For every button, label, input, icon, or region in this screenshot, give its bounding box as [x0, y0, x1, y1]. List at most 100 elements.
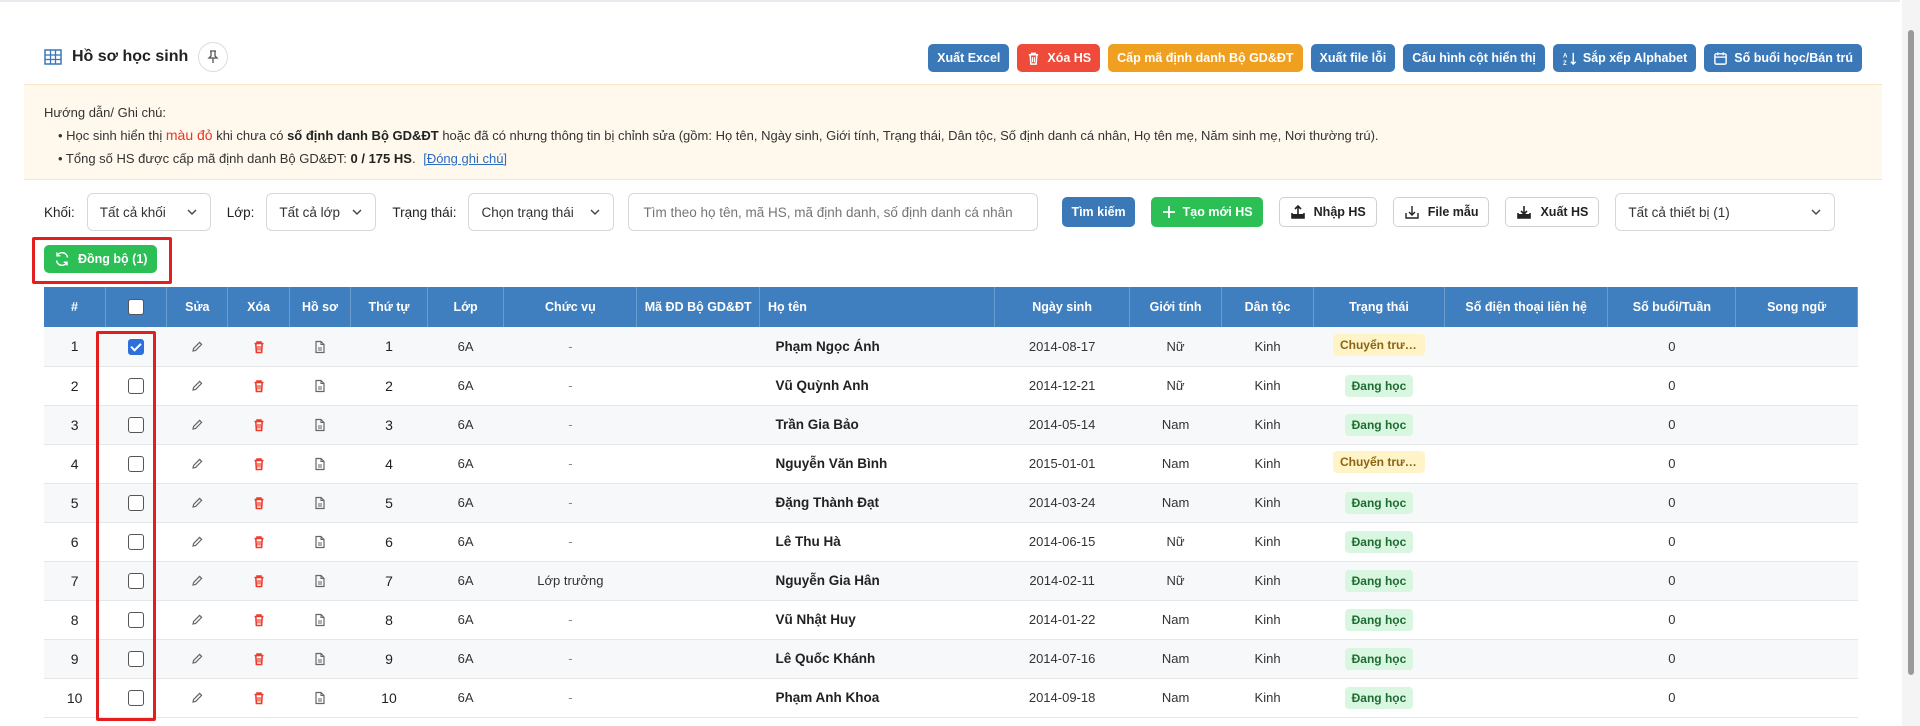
row-select-cell[interactable]: [105, 600, 166, 639]
export-student-button[interactable]: Xuất HS: [1505, 197, 1600, 227]
col-status[interactable]: Trạng thái: [1313, 287, 1445, 327]
trash-icon[interactable]: [252, 574, 266, 588]
row-profile-cell[interactable]: [289, 678, 350, 717]
document-icon[interactable]: [313, 340, 327, 354]
table-row[interactable]: 3 3 6A - Trần Gia Bảo 2014-05-14 Nam Kin…: [44, 405, 1858, 444]
table-row[interactable]: 8 8 6A - Vũ Nhật Huy 2014-01-22 Nam Kinh…: [44, 600, 1858, 639]
document-icon[interactable]: [313, 613, 327, 627]
pencil-icon[interactable]: [190, 379, 204, 393]
page-scrollbar[interactable]: [1902, 0, 1920, 726]
col-sessions[interactable]: Số buổi/Tuần: [1607, 287, 1737, 327]
trash-icon[interactable]: [252, 496, 266, 510]
row-edit-cell[interactable]: [167, 366, 228, 405]
row-edit-cell[interactable]: [167, 561, 228, 600]
row-checkbox[interactable]: [127, 689, 144, 706]
col-ministry-id[interactable]: Mã ĐD Bộ GD&ĐT: [636, 287, 761, 327]
row-edit-cell[interactable]: [167, 405, 228, 444]
document-icon[interactable]: [313, 574, 327, 588]
document-icon[interactable]: [313, 652, 327, 666]
row-select-cell[interactable]: [105, 327, 166, 366]
document-icon[interactable]: [313, 535, 327, 549]
row-profile-cell[interactable]: [289, 444, 350, 483]
row-select-cell[interactable]: [105, 678, 166, 717]
col-gender[interactable]: Giới tính: [1129, 287, 1223, 327]
pencil-icon[interactable]: [190, 613, 204, 627]
pencil-icon[interactable]: [190, 457, 204, 471]
row-checkbox[interactable]: [127, 611, 144, 628]
document-icon[interactable]: [313, 691, 327, 705]
trash-icon[interactable]: [252, 457, 266, 471]
row-profile-cell[interactable]: [289, 405, 350, 444]
search-button[interactable]: Tìm kiếm: [1062, 197, 1135, 227]
export-excel-button[interactable]: Xuất Excel: [928, 44, 1010, 72]
trash-icon[interactable]: [252, 613, 266, 627]
row-edit-cell[interactable]: [167, 483, 228, 522]
row-profile-cell[interactable]: [289, 639, 350, 678]
col-class[interactable]: Lớp: [427, 287, 505, 327]
row-select-cell[interactable]: [105, 483, 166, 522]
row-select-cell[interactable]: [105, 639, 166, 678]
document-icon[interactable]: [313, 418, 327, 432]
sort-alphabet-button[interactable]: AZ Sắp xếp Alphabet: [1552, 44, 1697, 72]
status-select[interactable]: Chọn trạng thái: [468, 193, 615, 231]
row-delete-cell[interactable]: [228, 483, 289, 522]
pin-button[interactable]: [198, 42, 229, 72]
row-delete-cell[interactable]: [228, 678, 289, 717]
row-delete-cell[interactable]: [228, 444, 289, 483]
table-row[interactable]: 10 10 6A - Phạm Anh Khoa 2014-09-18 Nam …: [44, 678, 1858, 717]
document-icon[interactable]: [313, 496, 327, 510]
column-config-button[interactable]: Cấu hình cột hiển thị: [1403, 44, 1545, 72]
row-checkbox[interactable]: [127, 572, 144, 589]
issue-id-button[interactable]: Cấp mã định danh Bộ GD&ĐT: [1108, 44, 1303, 72]
col-select-all[interactable]: [105, 287, 168, 327]
trash-icon[interactable]: [252, 418, 266, 432]
table-row[interactable]: 1 1 6A - Phạm Ngọc Ánh 2014-08-17 Nữ Kin…: [44, 327, 1858, 366]
row-select-cell[interactable]: [105, 444, 166, 483]
document-icon[interactable]: [313, 457, 327, 471]
sessions-button[interactable]: Số buổi học/Bán trú: [1704, 44, 1862, 72]
trash-icon[interactable]: [252, 379, 266, 393]
col-bilingual[interactable]: Song ngữ: [1735, 287, 1858, 327]
col-dob[interactable]: Ngày sinh: [994, 287, 1131, 327]
import-student-button[interactable]: Nhập HS: [1278, 197, 1377, 227]
row-checkbox[interactable]: [127, 377, 144, 394]
trash-icon[interactable]: [252, 691, 266, 705]
row-checkbox[interactable]: [127, 650, 144, 667]
row-delete-cell[interactable]: [228, 639, 289, 678]
row-edit-cell[interactable]: [167, 639, 228, 678]
create-student-button[interactable]: Tạo mới HS: [1150, 197, 1263, 227]
scrollbar-thumb[interactable]: [1908, 30, 1914, 675]
col-phone[interactable]: Số điện thoại liên hệ: [1444, 287, 1609, 327]
row-select-cell[interactable]: [105, 405, 166, 444]
row-profile-cell[interactable]: [289, 600, 350, 639]
sync-button[interactable]: Đồng bộ (1): [44, 245, 158, 273]
pencil-icon[interactable]: [190, 691, 204, 705]
col-order[interactable]: Thứ tự: [350, 287, 428, 327]
row-delete-cell[interactable]: [228, 600, 289, 639]
row-select-cell[interactable]: [105, 561, 166, 600]
template-file-button[interactable]: File mẫu: [1392, 197, 1490, 227]
row-profile-cell[interactable]: [289, 327, 350, 366]
trash-icon[interactable]: [252, 340, 266, 354]
row-select-cell[interactable]: [105, 522, 166, 561]
table-row[interactable]: 9 9 6A - Lê Quốc Khánh 2014-07-16 Nam Ki…: [44, 639, 1858, 678]
row-edit-cell[interactable]: [167, 678, 228, 717]
delete-student-button[interactable]: Xóa HS: [1017, 44, 1101, 72]
row-delete-cell[interactable]: [228, 405, 289, 444]
col-name[interactable]: Họ tên: [759, 287, 996, 327]
pencil-icon[interactable]: [190, 535, 204, 549]
row-checkbox[interactable]: [127, 494, 144, 511]
row-checkbox[interactable]: [127, 533, 144, 550]
select-all-checkbox[interactable]: [127, 299, 144, 315]
export-error-file-button[interactable]: Xuất file lỗi: [1310, 44, 1396, 72]
row-checkbox[interactable]: [127, 416, 144, 433]
row-checkbox[interactable]: [127, 338, 144, 355]
table-row[interactable]: 2 2 6A - Vũ Quỳnh Anh 2014-12-21 Nữ Kinh…: [44, 366, 1858, 405]
pencil-icon[interactable]: [190, 496, 204, 510]
col-role[interactable]: Chức vụ: [503, 287, 638, 327]
row-edit-cell[interactable]: [167, 444, 228, 483]
row-profile-cell[interactable]: [289, 561, 350, 600]
table-row[interactable]: 6 6 6A - Lê Thu Hà 2014-06-15 Nữ Kinh Đa…: [44, 522, 1858, 561]
trash-icon[interactable]: [252, 652, 266, 666]
document-icon[interactable]: [313, 379, 327, 393]
